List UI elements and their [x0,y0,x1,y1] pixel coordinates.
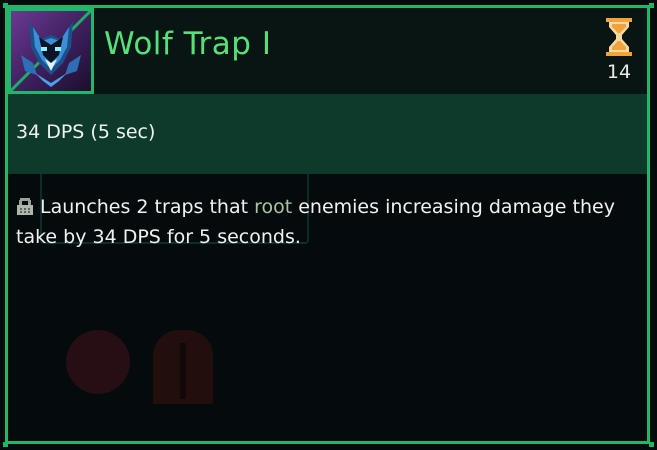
ability-description: Launches 2 traps that root enemies incre… [16,192,641,252]
frame-corner [3,3,8,8]
cooldown-value: 14 [606,61,632,83]
background-heart-silhouette [66,330,130,394]
description-keyword-root: root [254,196,293,218]
frame-corner [649,442,654,447]
stat-line: 34 DPS (5 sec) [16,121,156,143]
wolf-trap-icon [21,21,81,87]
frame-corner [3,442,8,447]
frame-corner [649,3,654,8]
ability-icon-frame [8,8,94,94]
hourglass-icon [606,18,632,56]
lock-icon [17,198,33,215]
ability-tooltip: Wolf Trap I 14 34 DPS (5 sec) Launches 2… [0,0,657,450]
background-door-silhouette [153,330,213,404]
ability-title: Wolf Trap I [104,26,272,62]
description-text-part1: Launches 2 traps that [40,196,255,218]
